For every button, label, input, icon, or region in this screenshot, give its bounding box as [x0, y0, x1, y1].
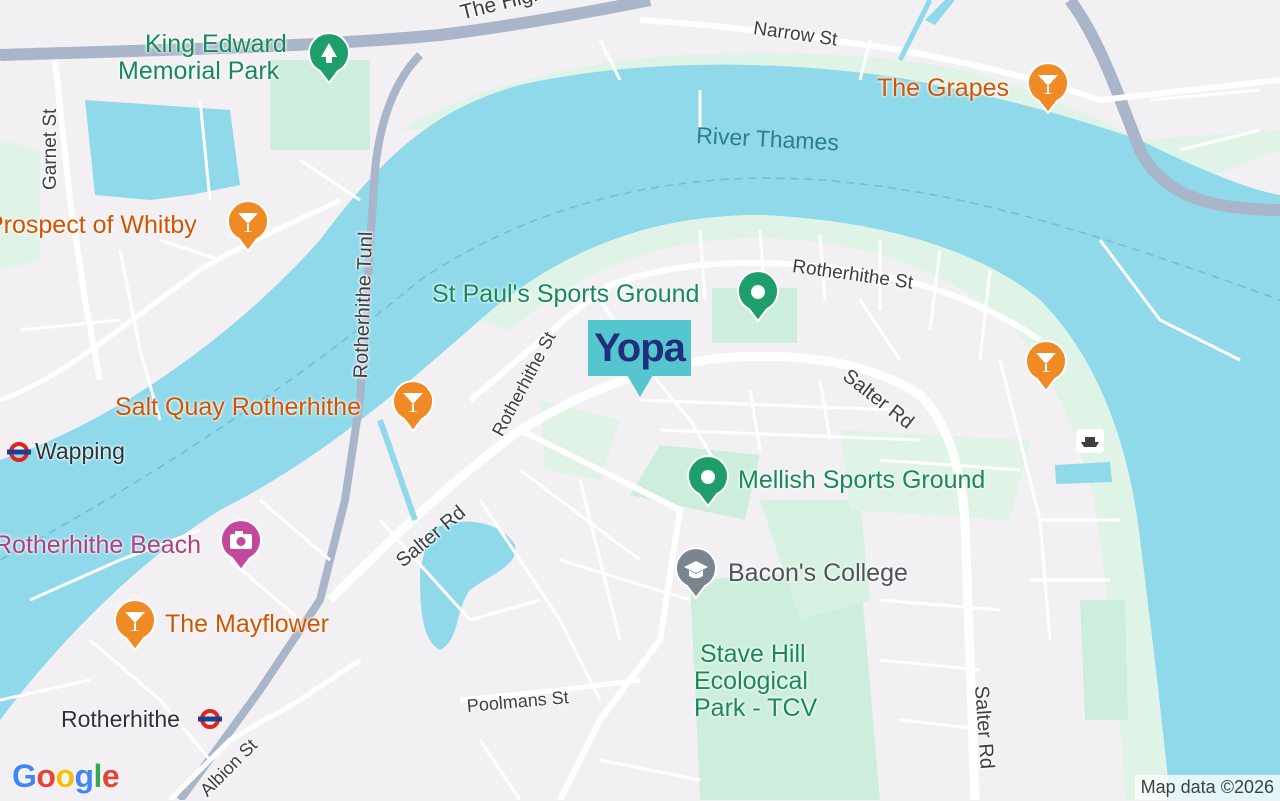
- east-dock: [1055, 462, 1112, 484]
- ferry-icon[interactable]: [1075, 428, 1105, 454]
- logo-letter: o: [55, 758, 75, 794]
- marker-pointer: [627, 375, 653, 397]
- place-label-bacons-college: Bacon's College: [728, 559, 908, 587]
- bar-pin-icon[interactable]: [390, 379, 436, 433]
- bar-pin-icon[interactable]: [112, 598, 158, 652]
- map-attribution[interactable]: Map data ©2026: [1134, 775, 1280, 800]
- station-label-wapping: Wapping: [35, 438, 125, 464]
- place-label-salt-quay: Salt Quay Rotherhithe: [115, 393, 361, 421]
- logo-letter: l: [93, 758, 103, 794]
- bar-pin-icon[interactable]: [225, 199, 271, 253]
- place-label-the-grapes: The Grapes: [877, 74, 1010, 102]
- place-label-stave-hill-1: Stave Hill: [700, 640, 806, 668]
- bar-pin-icon[interactable]: [1025, 61, 1071, 115]
- place-label-king-edward-2: Memorial Park: [118, 57, 280, 85]
- place-label-mellish: Mellish Sports Ground: [738, 466, 986, 494]
- camera-pin-icon[interactable]: [218, 518, 264, 572]
- place-pin-icon[interactable]: [685, 454, 731, 508]
- place-label-prospect-of-whitby: Prospect of Whitby: [0, 211, 197, 239]
- basin-water: [85, 100, 240, 200]
- station-label-rotherhithe: Rotherhithe: [61, 706, 180, 732]
- underground-station-icon[interactable]: [197, 708, 223, 730]
- google-logo: Google: [12, 758, 120, 795]
- place-label-king-edward-1: King Edward: [145, 30, 287, 58]
- logo-letter: o: [36, 758, 56, 794]
- place-label-stave-hill-3: Park - TCV: [694, 694, 818, 722]
- logo-letter: G: [12, 758, 37, 794]
- park-pin-icon[interactable]: [306, 31, 352, 85]
- logo-letter: e: [101, 758, 120, 794]
- place-label-stave-hill-2: Ecological: [694, 667, 808, 695]
- bar-pin-icon[interactable]: [1023, 339, 1069, 393]
- place-label-rotherhithe-beach: Rotherhithe Beach: [0, 531, 202, 559]
- road-label-garnet-st: Garnet St: [40, 108, 61, 190]
- school-pin-icon[interactable]: [673, 546, 719, 600]
- southern-park: [1080, 600, 1128, 720]
- place-label-st-pauls: St Paul's Sports Ground: [432, 280, 700, 308]
- logo-letter: g: [74, 758, 94, 794]
- place-pin-icon[interactable]: [735, 269, 781, 323]
- north-west-green: [0, 140, 40, 270]
- yopa-location-marker[interactable]: Yopa: [588, 320, 691, 376]
- underground-station-icon[interactable]: [6, 441, 32, 463]
- place-label-the-mayflower: The Mayflower: [165, 610, 329, 638]
